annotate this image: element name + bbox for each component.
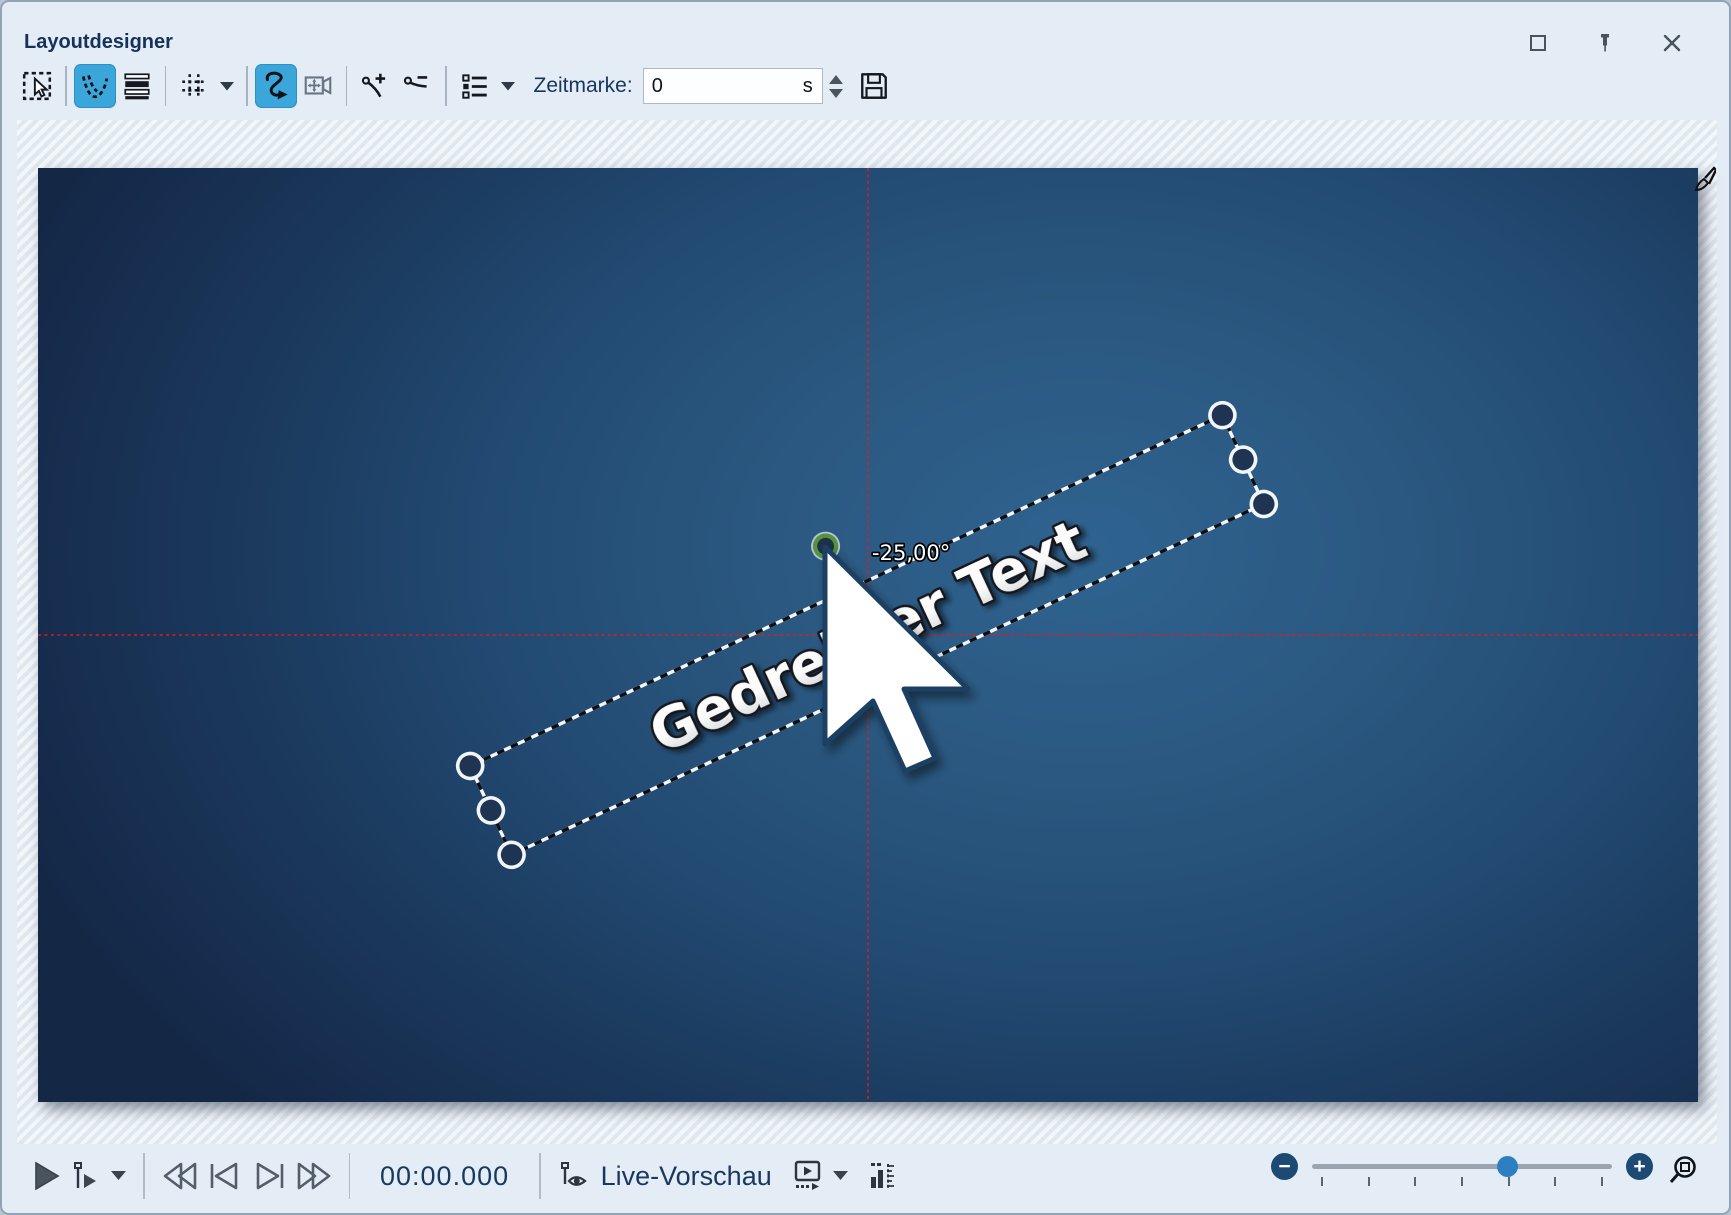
zoom-slider-track[interactable]	[1312, 1164, 1612, 1169]
grid-tool-icon	[178, 70, 210, 102]
list-tool-icon	[459, 70, 491, 102]
zeitmarke-label: Zeitmarke:	[534, 74, 633, 98]
live-preview-pin-icon	[558, 1160, 588, 1192]
keyframe-add-button[interactable]	[354, 64, 396, 108]
toolbar: Zeitmarke: s	[16, 58, 895, 114]
close-icon	[1663, 34, 1681, 52]
maximize-button[interactable]	[1527, 32, 1549, 54]
zeitmarke-field: s	[643, 68, 823, 104]
playback-bar: 00:00.000 Live-Vorschau	[2, 1145, 1729, 1207]
play-from-marker-button[interactable]	[71, 1160, 101, 1192]
preview-mode-button[interactable]	[791, 1159, 823, 1193]
handle-mid-right[interactable]	[1227, 443, 1260, 476]
play-button[interactable]	[31, 1160, 61, 1192]
handle-top-right[interactable]	[1206, 399, 1239, 432]
pin-eye-icon	[558, 1160, 588, 1192]
handle-bottom-left[interactable]	[495, 838, 528, 871]
handle-bottom-right[interactable]	[1247, 487, 1280, 520]
brush-icon[interactable]	[1694, 166, 1716, 194]
grid-dropdown-button[interactable]	[215, 64, 239, 108]
camera-pan-tool-button[interactable]	[297, 64, 339, 108]
layoutdesigner-window: Layoutdesigner	[0, 0, 1731, 1215]
layers-tool-icon	[121, 70, 153, 102]
skip-to-end-icon	[296, 1161, 332, 1191]
live-preview-label: Live-Vorschau	[601, 1161, 772, 1192]
handle-top-left[interactable]	[454, 749, 487, 782]
preview-mode-dropdown[interactable]	[833, 1171, 848, 1181]
canvas-overlay: Gedrehter Text -25,00°	[38, 168, 1698, 1102]
curve-path-tool-icon	[79, 70, 111, 102]
layers-tool-button[interactable]	[116, 64, 158, 108]
keyframe-remove-icon	[401, 70, 433, 102]
canvas-zoom-controls: − +	[1271, 1153, 1699, 1191]
curve-path-tool-button[interactable]	[74, 64, 116, 108]
list-tool-button[interactable]	[454, 64, 496, 108]
maximize-icon	[1529, 34, 1547, 52]
toolbar-separator	[445, 66, 447, 106]
pin-button[interactable]	[1594, 32, 1616, 54]
design-canvas[interactable]: Gedrehter Text -25,00°	[38, 168, 1698, 1102]
handle-mid-left[interactable]	[474, 794, 507, 827]
close-button[interactable]	[1661, 32, 1683, 54]
zoom-in-button[interactable]: +	[1626, 1153, 1653, 1180]
zoom-fit-button[interactable]	[1667, 1154, 1699, 1191]
play-from-marker-icon	[71, 1160, 101, 1192]
workspace: Gedrehter Text -25,00°	[17, 120, 1717, 1144]
zoom-slider[interactable]	[1312, 1153, 1612, 1189]
chevron-down-icon	[833, 1171, 848, 1181]
zeitmarke-unit: s	[803, 75, 813, 98]
toolbar-separator	[246, 66, 248, 106]
toolbar-separator	[165, 66, 167, 106]
zoom-out-button[interactable]: −	[1271, 1153, 1298, 1180]
keyframe-remove-button[interactable]	[396, 64, 438, 108]
chevron-down-icon	[501, 82, 515, 91]
timecode-display: 00:00.000	[380, 1161, 509, 1192]
skip-to-end-button[interactable]	[296, 1161, 332, 1191]
play-options-dropdown[interactable]	[111, 1171, 126, 1181]
zoom-fit-icon	[1667, 1154, 1699, 1186]
save-button[interactable]	[853, 64, 895, 108]
rotation-angle-badge: -25,00°	[872, 541, 950, 565]
s-curve-tool-icon	[260, 70, 292, 102]
zoom-slider-thumb[interactable]	[1497, 1156, 1518, 1177]
s-curve-tool-button[interactable]	[255, 64, 297, 108]
window-controls	[1527, 32, 1683, 54]
select-tool-icon	[21, 70, 53, 102]
window-title: Layoutdesigner	[24, 31, 173, 54]
play-icon	[31, 1160, 61, 1192]
grid-tool-button[interactable]	[173, 64, 215, 108]
zeitmarke-spinner	[829, 75, 843, 98]
bottombar-separator	[349, 1153, 351, 1199]
plus-icon: +	[1633, 1156, 1645, 1177]
spin-up-button[interactable]	[829, 75, 843, 84]
pin-icon	[1596, 33, 1614, 53]
minus-icon: −	[1278, 1156, 1290, 1177]
step-back-button[interactable]	[208, 1161, 242, 1191]
step-forward-button[interactable]	[252, 1161, 286, 1191]
titlebar: Layoutdesigner	[2, 2, 1729, 58]
skip-to-start-icon	[162, 1161, 198, 1191]
toolbar-separator	[346, 66, 348, 106]
save-icon	[858, 70, 890, 102]
preview-window-icon	[791, 1159, 823, 1193]
list-dropdown-button[interactable]	[496, 64, 520, 108]
toolbar-separator	[65, 66, 67, 106]
levels-ruler-button[interactable]	[867, 1160, 897, 1192]
select-tool-button[interactable]	[16, 64, 58, 108]
camera-pan-tool-icon	[302, 70, 334, 102]
step-forward-icon	[252, 1161, 286, 1191]
bottombar-separator	[143, 1153, 145, 1199]
chevron-down-icon	[111, 1171, 126, 1181]
keyframe-add-icon	[359, 70, 391, 102]
step-back-icon	[208, 1161, 242, 1191]
bottombar-separator	[539, 1153, 541, 1199]
chevron-down-icon	[220, 82, 234, 91]
zoom-slider-ticks	[1321, 1177, 1603, 1186]
skip-to-start-button[interactable]	[162, 1161, 198, 1191]
zeitmarke-input[interactable]	[644, 75, 764, 98]
levels-ruler-icon	[867, 1160, 897, 1192]
spin-down-button[interactable]	[829, 89, 843, 98]
